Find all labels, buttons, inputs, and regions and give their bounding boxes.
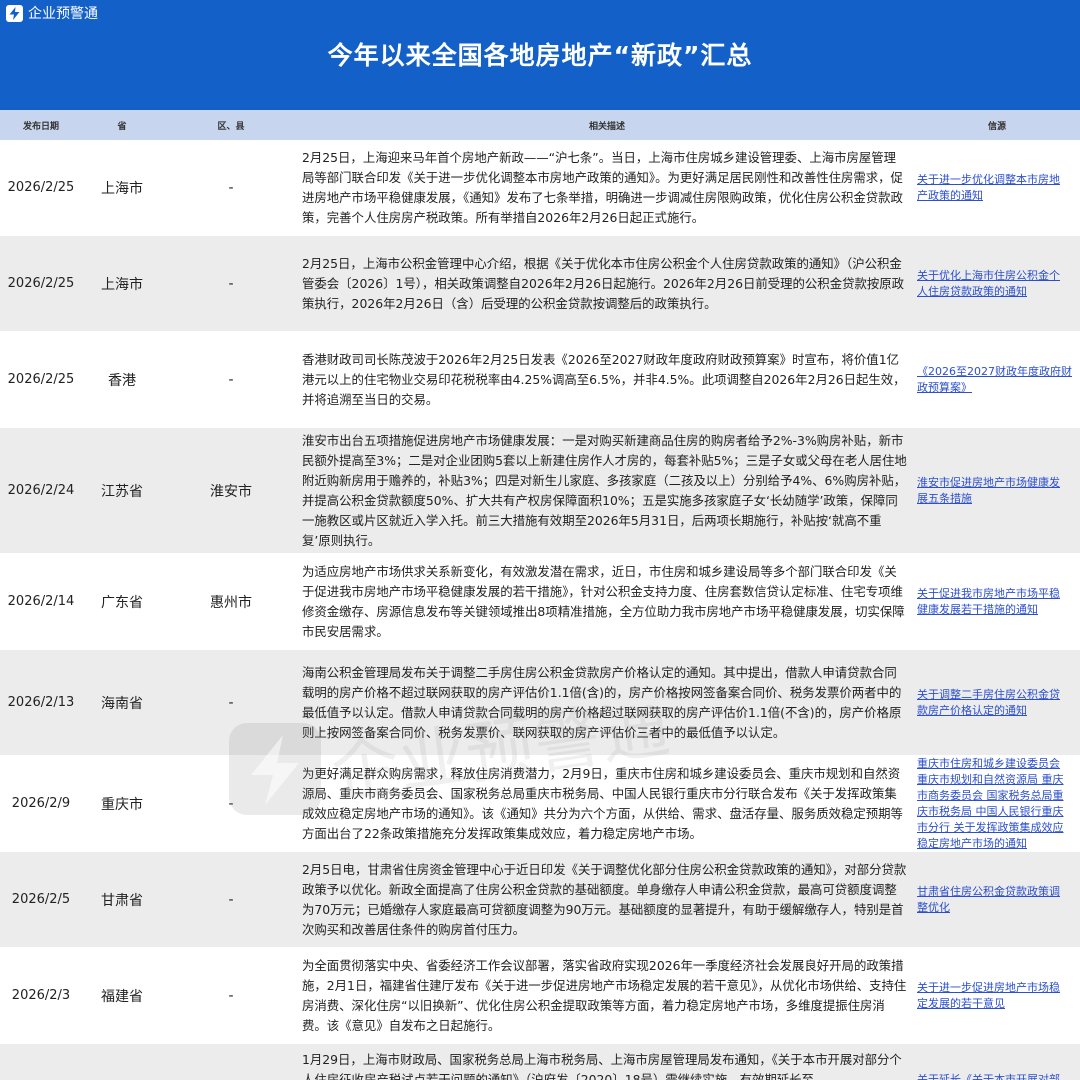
row-date: 2026/2/14 bbox=[7, 594, 75, 609]
row-district: - bbox=[228, 179, 234, 196]
row-province: 江苏省 bbox=[101, 483, 143, 500]
row-description: 2月25日，上海迎来马年首个房地产新政——“沪七条”。当日，上海市住房城乡建设管… bbox=[302, 149, 903, 225]
row-date: 2026/2/9 bbox=[11, 796, 71, 811]
lightning-bolt-icon bbox=[6, 4, 23, 22]
source-link-text: 定发展的若干意见 bbox=[917, 996, 1005, 1010]
source-link-text: 关于促进我市房地产市场平稳 bbox=[917, 586, 1060, 600]
row-district: 淮安市 bbox=[210, 483, 252, 500]
table-body: 2026/2/25 上海市 - 2月25日，上海迎来马年首个房地产新政——“沪七… bbox=[0, 140, 1080, 1080]
row-description: 香港财政司司长陈茂波于2026年2月25日发表《2026至2027财政年度政府财… bbox=[302, 351, 906, 407]
source-link-text: 整优化 bbox=[917, 900, 950, 914]
row-district: - bbox=[228, 891, 234, 908]
row-description: 1月29日，上海市财政局、国家税务总局上海市税务局、上海市房屋管理局发布通知，《… bbox=[302, 1052, 902, 1080]
source-link-text: 甘肃省住房公积金贷款政策调 bbox=[917, 884, 1060, 898]
row-date: 2026/2/25 bbox=[7, 276, 75, 291]
row-date: 2026/2/13 bbox=[7, 695, 75, 710]
header-district: 区、县 bbox=[217, 121, 245, 132]
row-district: - bbox=[228, 275, 234, 292]
source-link-text: 关于调整二手房住房公积金贷 bbox=[917, 687, 1060, 701]
row-province: 重庆市 bbox=[101, 796, 143, 813]
source-link[interactable]: 关于进一步促进房地产市场稳 定发展的若干意见 bbox=[914, 980, 1080, 1012]
row-district: - bbox=[228, 795, 234, 812]
table-row: 2026/2/24 江苏省 淮安市 淮安市出台五项措施促进房地产市场健康发展：一… bbox=[0, 428, 1080, 554]
source-link[interactable]: 关于优化上海市住房公积金个 人住房贷款政策的通知 bbox=[914, 268, 1080, 300]
source-link-text: 庆市税务局 中国人民银行重庆 bbox=[917, 804, 1064, 818]
source-link-text: 关于延长《关于本市开展对部 bbox=[917, 1073, 1060, 1080]
row-description: 为全面贯彻落实中央、省委经济工作会议部署，落实省政府实现2026年一季度经济社会… bbox=[302, 957, 907, 1033]
source-link[interactable]: 《2026至2027财政年度政府财 政预算案》 bbox=[914, 364, 1080, 396]
row-description: 淮安市出台五项措施促进房地产市场健康发展：一是对购买新建商品住房的购房者给予2%… bbox=[302, 432, 907, 548]
source-link-text: 款房产价格认定的通知 bbox=[917, 703, 1027, 717]
row-description: 2月5日电，甘肃省住房资金管理中心于近日印发《关于调整优化部分住房公积金贷款政策… bbox=[302, 861, 907, 937]
source-link-text: 《2026至2027财政年度政府财 bbox=[917, 364, 1072, 378]
row-date: 2026/2/25 bbox=[7, 372, 75, 387]
header-date: 发布日期 bbox=[22, 121, 59, 132]
row-province: 甘肃省 bbox=[101, 892, 143, 909]
row-province: 香港 bbox=[108, 372, 136, 389]
table-row: 2026/2/25 上海市 - 2月25日，上海市公积金管理中心介绍，根据《关于… bbox=[0, 236, 1080, 332]
header-banner: 企业预警通 今年以来全国各地房地产“新政”汇总 bbox=[0, 0, 1080, 110]
row-description: 2月25日，上海市公积金管理中心介绍，根据《关于优化本市住房公积金个人住房贷款政… bbox=[302, 255, 905, 311]
source-link-text: 稳定房地产市场的通知 bbox=[917, 836, 1027, 850]
source-link-text: 市分行 关于发挥政策集成效应 bbox=[917, 820, 1064, 834]
row-date: 2026/2/5 bbox=[11, 892, 71, 907]
table-row: 2026/2/3 福建省 - 为全面贯彻落实中央、省委经济工作会议部署，落实省政… bbox=[0, 948, 1080, 1044]
row-district: - bbox=[228, 694, 234, 711]
row-date: 2026/2/3 bbox=[11, 988, 71, 1003]
row-date: 2026/2/25 bbox=[7, 180, 75, 195]
source-link-text: 关于进一步促进房地产市场稳 bbox=[917, 980, 1060, 994]
row-district: 惠州市 bbox=[210, 594, 252, 611]
source-link[interactable]: 甘肃省住房公积金贷款政策调 整优化 bbox=[914, 884, 1080, 916]
source-link-text: 关于优化上海市住房公积金个 bbox=[917, 268, 1060, 282]
source-link-text: 市商务委员会 国家税务总局重 bbox=[917, 788, 1064, 802]
table-row: 2026/2/25 香港 - 香港财政司司长陈茂波于2026年2月25日发表《2… bbox=[0, 332, 1080, 428]
table-row: 2026/2/14 广东省 惠州市 为适应房地产市场供求关系新变化，有效激发潜在… bbox=[0, 554, 1080, 650]
table-row: 1月29日，上海市财政局、国家税务总局上海市税务局、上海市房屋管理局发布通知，《… bbox=[0, 1044, 1080, 1080]
source-link[interactable]: 重庆市住房和城乡建设委员会 重庆市规划和自然资源局 重庆 市商务委员会 国家税务… bbox=[914, 756, 1080, 852]
source-link[interactable]: 关于调整二手房住房公积金贷 款房产价格认定的通知 bbox=[914, 687, 1080, 719]
row-description: 为适应房地产市场供求关系新变化，有效激发潜在需求，近日，市住房和城乡建设局等多个… bbox=[302, 563, 905, 639]
table-header: 发布日期 省 区、县 相关描述 信源 bbox=[0, 110, 1080, 140]
row-province: 上海市 bbox=[101, 276, 143, 293]
brand: 企业预警通 bbox=[6, 3, 98, 23]
header-province: 省 bbox=[117, 121, 127, 132]
source-link-text: 重庆市规划和自然资源局 重庆 bbox=[917, 772, 1064, 786]
row-district: - bbox=[228, 371, 234, 388]
source-link-text: 重庆市住房和城乡建设委员会 bbox=[917, 756, 1060, 770]
table-row: 2026/2/13 海南省 - 海南公积金管理局发布关于调整二手房住房公积金贷款… bbox=[0, 650, 1080, 756]
source-link[interactable]: 关于进一步优化调整本市房地 产政策的通知 bbox=[914, 172, 1080, 204]
row-province: 海南省 bbox=[101, 695, 143, 712]
row-description: 海南公积金管理局发布关于调整二手房住房公积金贷款房产价格认定的通知。其中提出，借… bbox=[302, 664, 902, 740]
source-link[interactable]: 淮安市促进房地产市场健康发 展五条措施 bbox=[914, 475, 1080, 507]
row-province: 上海市 bbox=[101, 180, 143, 197]
row-district: - bbox=[228, 987, 234, 1004]
header-source: 信源 bbox=[987, 121, 1006, 132]
row-description: 为更好满足群众购房需求，释放住房消费潜力，2月9日，重庆市住房和城乡建设委员会、… bbox=[302, 765, 903, 841]
source-link[interactable]: 关于促进我市房地产市场平稳 健康发展若干措施的通知 bbox=[914, 586, 1080, 618]
table-row: 2026/2/25 上海市 - 2月25日，上海迎来马年首个房地产新政——“沪七… bbox=[0, 140, 1080, 236]
source-link[interactable]: 关于延长《关于本市开展对部 bbox=[914, 1050, 1080, 1080]
source-link-text: 淮安市促进房地产市场健康发 bbox=[917, 475, 1060, 489]
row-province: 广东省 bbox=[101, 594, 143, 611]
source-link-text: 产政策的通知 bbox=[917, 188, 983, 202]
source-link-text: 关于进一步优化调整本市房地 bbox=[917, 172, 1060, 186]
table-row: 2026/2/9 重庆市 - 为更好满足群众购房需求，释放住房消费潜力，2月9日… bbox=[0, 756, 1080, 852]
header-description: 相关描述 bbox=[588, 121, 625, 132]
table-row: 2026/2/5 甘肃省 - 2月5日电，甘肃省住房资金管理中心于近日印发《关于… bbox=[0, 852, 1080, 948]
source-link-text: 健康发展若干措施的通知 bbox=[917, 602, 1038, 616]
page-title: 今年以来全国各地房地产“新政”汇总 bbox=[327, 41, 753, 70]
source-link-text: 人住房贷款政策的通知 bbox=[917, 284, 1027, 298]
row-province: 福建省 bbox=[101, 988, 143, 1005]
brand-name: 企业预警通 bbox=[28, 6, 98, 22]
source-link-text: 政预算案》 bbox=[917, 380, 972, 394]
row-date: 2026/2/24 bbox=[7, 483, 75, 498]
source-link-text: 展五条措施 bbox=[917, 491, 972, 505]
